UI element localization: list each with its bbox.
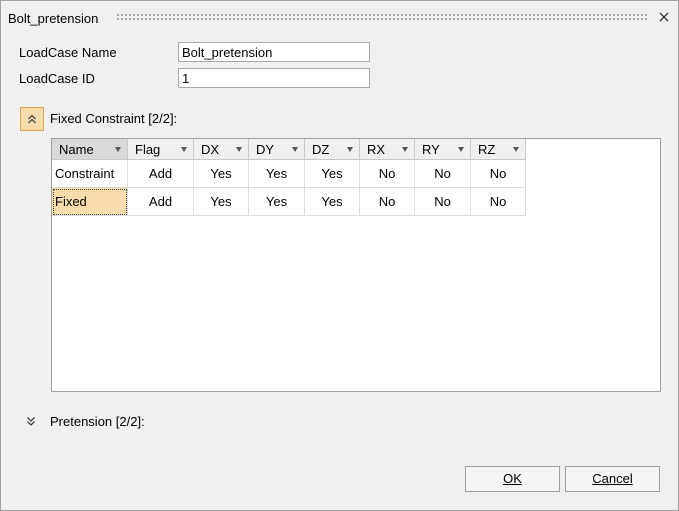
filter-arrow-icon[interactable] [402, 147, 408, 152]
filter-arrow-icon[interactable] [458, 147, 464, 152]
column-header-name[interactable]: Name [52, 139, 128, 160]
column-header-label: RX [367, 142, 386, 157]
loadcase-id-input[interactable] [178, 68, 370, 88]
filter-arrow-icon[interactable] [292, 147, 298, 152]
column-header-rx[interactable]: RX [360, 139, 415, 160]
loadcase-name-input[interactable] [178, 42, 370, 62]
filter-arrow-icon[interactable] [236, 147, 242, 152]
fixed-constraint-label: Fixed Constraint [2/2]: [50, 111, 178, 126]
column-header-dy[interactable]: DY [249, 139, 305, 160]
column-header-flag[interactable]: Flag [128, 139, 194, 160]
collapse-fixed-button[interactable] [20, 107, 44, 131]
column-header-label: DY [256, 142, 275, 157]
double-chevron-down-icon [27, 417, 35, 426]
table-cell-dx[interactable]: Yes [194, 188, 249, 216]
cancel-button[interactable]: Cancel [565, 466, 660, 492]
table-cell-rx[interactable]: No [360, 160, 415, 188]
table-cell-name[interactable]: Constraint [52, 160, 128, 188]
column-header-label: DZ [312, 142, 330, 157]
table-cell-rz[interactable]: No [471, 188, 526, 216]
column-header-label: DX [201, 142, 220, 157]
table-cell-dx[interactable]: Yes [194, 160, 249, 188]
table-cell-ry[interactable]: No [415, 188, 471, 216]
table-cell-flag[interactable]: Add [128, 160, 194, 188]
loadcase-dialog: Bolt_pretension LoadCase Name LoadCase I… [0, 0, 679, 511]
ok-button[interactable]: OK [465, 466, 560, 492]
pretension-label: Pretension [2/2]: [50, 414, 145, 429]
title-bar[interactable]: Bolt_pretension [1, 1, 678, 33]
filter-arrow-icon[interactable] [115, 147, 121, 152]
drag-grip[interactable] [116, 13, 647, 21]
close-icon[interactable] [657, 10, 671, 24]
column-header-label: Flag [135, 142, 161, 157]
table-cell-dz[interactable]: Yes [305, 160, 360, 188]
fixed-constraint-table[interactable]: Name Flag DX DY DZ RX RY RZ Constraint Add Yes Yes Y… [51, 138, 661, 392]
filter-arrow-icon[interactable] [181, 147, 187, 152]
table-cell-dy[interactable]: Yes [249, 188, 305, 216]
table-cell-ry[interactable]: No [415, 160, 471, 188]
column-header-label: RY [422, 142, 440, 157]
table-cell-rz[interactable]: No [471, 160, 526, 188]
table-cell-dy[interactable]: Yes [249, 160, 305, 188]
filter-arrow-icon[interactable] [347, 147, 353, 152]
table-cell-name[interactable]: Fixed [52, 188, 128, 216]
column-header-dz[interactable]: DZ [305, 139, 360, 160]
column-header-rz[interactable]: RZ [471, 139, 526, 160]
column-header-label: Name [59, 142, 94, 157]
double-chevron-up-icon [28, 114, 36, 124]
table-cell-rx[interactable]: No [360, 188, 415, 216]
loadcase-id-label: LoadCase ID [19, 71, 95, 86]
column-header-dx[interactable]: DX [194, 139, 249, 160]
filter-arrow-icon[interactable] [513, 147, 519, 152]
table-cell-dz[interactable]: Yes [305, 188, 360, 216]
dialog-title: Bolt_pretension [8, 11, 99, 26]
expand-pretension-button[interactable] [20, 410, 44, 434]
table-cell-flag[interactable]: Add [128, 188, 194, 216]
loadcase-name-label: LoadCase Name [19, 45, 117, 60]
column-header-label: RZ [478, 142, 496, 157]
column-header-ry[interactable]: RY [415, 139, 471, 160]
